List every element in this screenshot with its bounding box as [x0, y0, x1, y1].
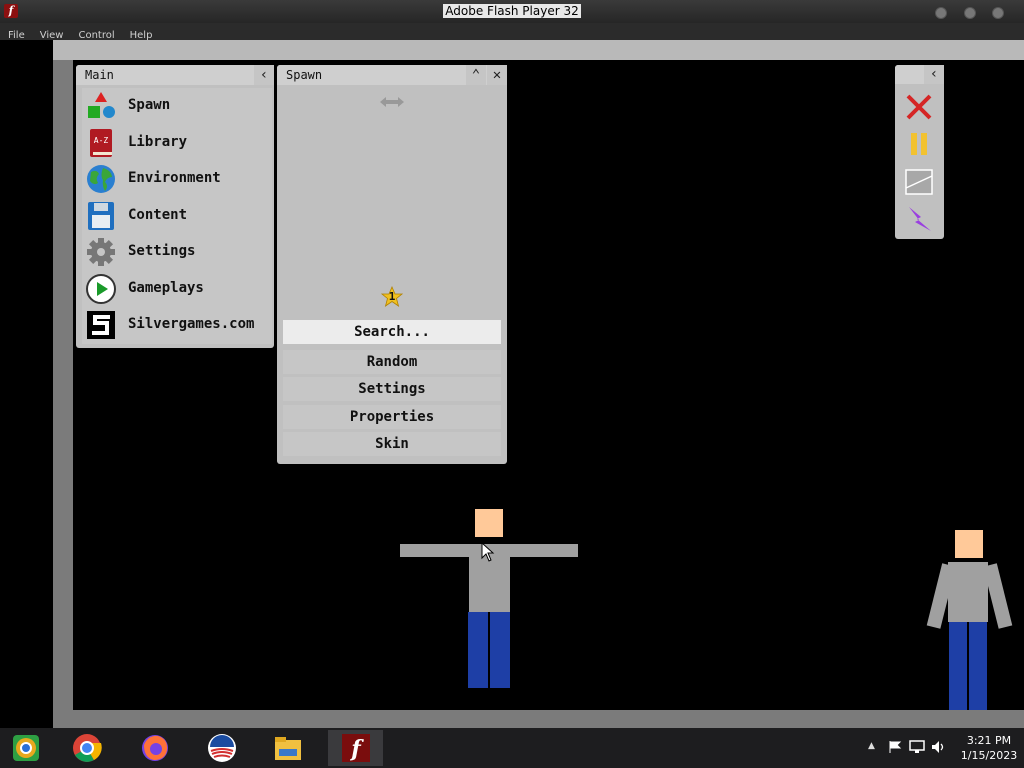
main-item-label: Silvergames.com — [128, 316, 255, 332]
globe-icon — [87, 165, 115, 193]
taskbar-obama-app[interactable] — [200, 730, 244, 766]
main-item-environment[interactable]: Environment — [82, 161, 272, 198]
main-item-label: Gameplays — [128, 279, 204, 296]
close-x-icon[interactable] — [905, 93, 933, 121]
main-item-content[interactable]: Content — [82, 197, 272, 234]
main-item-label: Environment — [128, 170, 221, 186]
floppy-disk-icon — [88, 201, 114, 230]
main-panel-title: Main — [85, 68, 114, 82]
pause-icon[interactable] — [905, 130, 933, 158]
clock[interactable]: 3:21 PM 1/15/2023 — [954, 733, 1024, 763]
collapse-chevron-icon[interactable]: ‹ — [254, 65, 274, 85]
flag-icon[interactable] — [888, 740, 902, 754]
minimize-button[interactable] — [935, 7, 947, 19]
spawn-panel-title: Spawn — [286, 68, 323, 82]
clock-time: 3:21 PM — [966, 734, 1012, 747]
character-right-leg[interactable] — [969, 622, 987, 710]
close-icon[interactable]: ✕ — [487, 65, 507, 85]
stage-top-strip — [53, 40, 1024, 60]
main-item-silvergames[interactable]: Silvergames.com — [82, 307, 272, 344]
gear-icon — [87, 238, 115, 266]
main-item-gameplays[interactable]: Gameplays — [82, 270, 272, 307]
character-right-leg[interactable] — [490, 612, 510, 688]
taskbar-flash-player[interactable]: f — [328, 730, 383, 766]
silvergames-logo-icon — [87, 311, 115, 339]
character-left-leg[interactable] — [949, 622, 967, 710]
character-head[interactable] — [475, 509, 503, 537]
library-book-icon: A-Z — [90, 128, 112, 157]
main-panel: Main ‹ Spawn A-Z Library Environment Con… — [76, 65, 274, 348]
menu-file[interactable]: File — [0, 28, 32, 41]
clock-date: 1/15/2023 — [960, 749, 1018, 762]
tool-panel-header: ‹ — [895, 65, 944, 84]
character-left-leg[interactable] — [468, 612, 488, 688]
settings-button[interactable]: Settings — [283, 377, 501, 401]
title-bar: f Adobe Flash Player 32 — [0, 0, 1024, 23]
slope-icon[interactable] — [905, 168, 933, 196]
close-window-button[interactable] — [992, 7, 1004, 19]
file-explorer-icon — [275, 737, 301, 760]
taskbar-chrome-canary[interactable] — [4, 730, 48, 766]
selected-count: 1 — [388, 290, 396, 303]
collapse-up-icon[interactable]: ⌃ — [466, 65, 486, 85]
network-icon[interactable] — [909, 740, 925, 754]
mouse-cursor-icon — [481, 542, 495, 562]
system-tray: ▲ 3:21 PM 1/15/2023 — [834, 728, 1024, 768]
volume-icon[interactable] — [931, 740, 947, 754]
firefox-icon — [142, 735, 168, 761]
spawn-panel-header: Spawn ⌃ ✕ — [277, 65, 507, 85]
obama-logo-icon — [208, 734, 236, 762]
taskbar: f ▲ 3:21 PM 1/15/2023 — [0, 728, 1024, 768]
random-button[interactable]: Random — [283, 350, 501, 374]
character-head[interactable] — [955, 530, 983, 558]
selected-item-star[interactable]: 1 — [380, 285, 404, 308]
skin-button[interactable]: Skin — [283, 432, 501, 456]
chevron-up-icon[interactable]: ▲ — [868, 741, 875, 751]
taskbar-chrome[interactable] — [65, 730, 109, 766]
svg-text:A-Z: A-Z — [94, 136, 109, 145]
main-item-label: Spawn — [128, 97, 171, 113]
main-item-label: Settings — [128, 243, 196, 259]
chrome-canary-icon — [13, 735, 39, 761]
spawn-panel: Spawn ⌃ ✕ 1 Search... Random Settings Pr… — [277, 65, 507, 464]
tool-panel: ‹ — [895, 65, 944, 239]
collapse-chevron-icon[interactable]: ‹ — [924, 65, 944, 84]
character-torso[interactable] — [948, 562, 988, 622]
taskbar-firefox[interactable] — [133, 730, 177, 766]
menu-bar: File View Control Help — [0, 23, 1024, 41]
search-button[interactable]: Search... — [283, 320, 501, 344]
chrome-icon — [73, 734, 102, 762]
main-item-settings[interactable]: Settings — [82, 234, 272, 271]
resize-arrows-icon[interactable] — [380, 97, 404, 107]
main-item-spawn[interactable]: Spawn — [82, 88, 272, 125]
properties-button[interactable]: Properties — [283, 405, 501, 429]
shapes-icon — [88, 92, 115, 118]
maximize-button[interactable] — [964, 7, 976, 19]
taskbar-file-explorer[interactable] — [266, 730, 310, 766]
main-item-label: Library — [128, 133, 188, 150]
main-item-library[interactable]: A-Z Library — [82, 124, 272, 161]
play-icon — [86, 273, 116, 304]
lightning-icon[interactable] — [905, 205, 933, 233]
main-panel-header: Main ‹ — [76, 65, 274, 85]
flash-player-icon: f — [342, 734, 370, 762]
main-item-label: Content — [128, 206, 188, 223]
game-stage[interactable]: Main ‹ Spawn A-Z Library Environment Con… — [73, 60, 1024, 710]
window-title: Adobe Flash Player 32 — [443, 4, 581, 18]
